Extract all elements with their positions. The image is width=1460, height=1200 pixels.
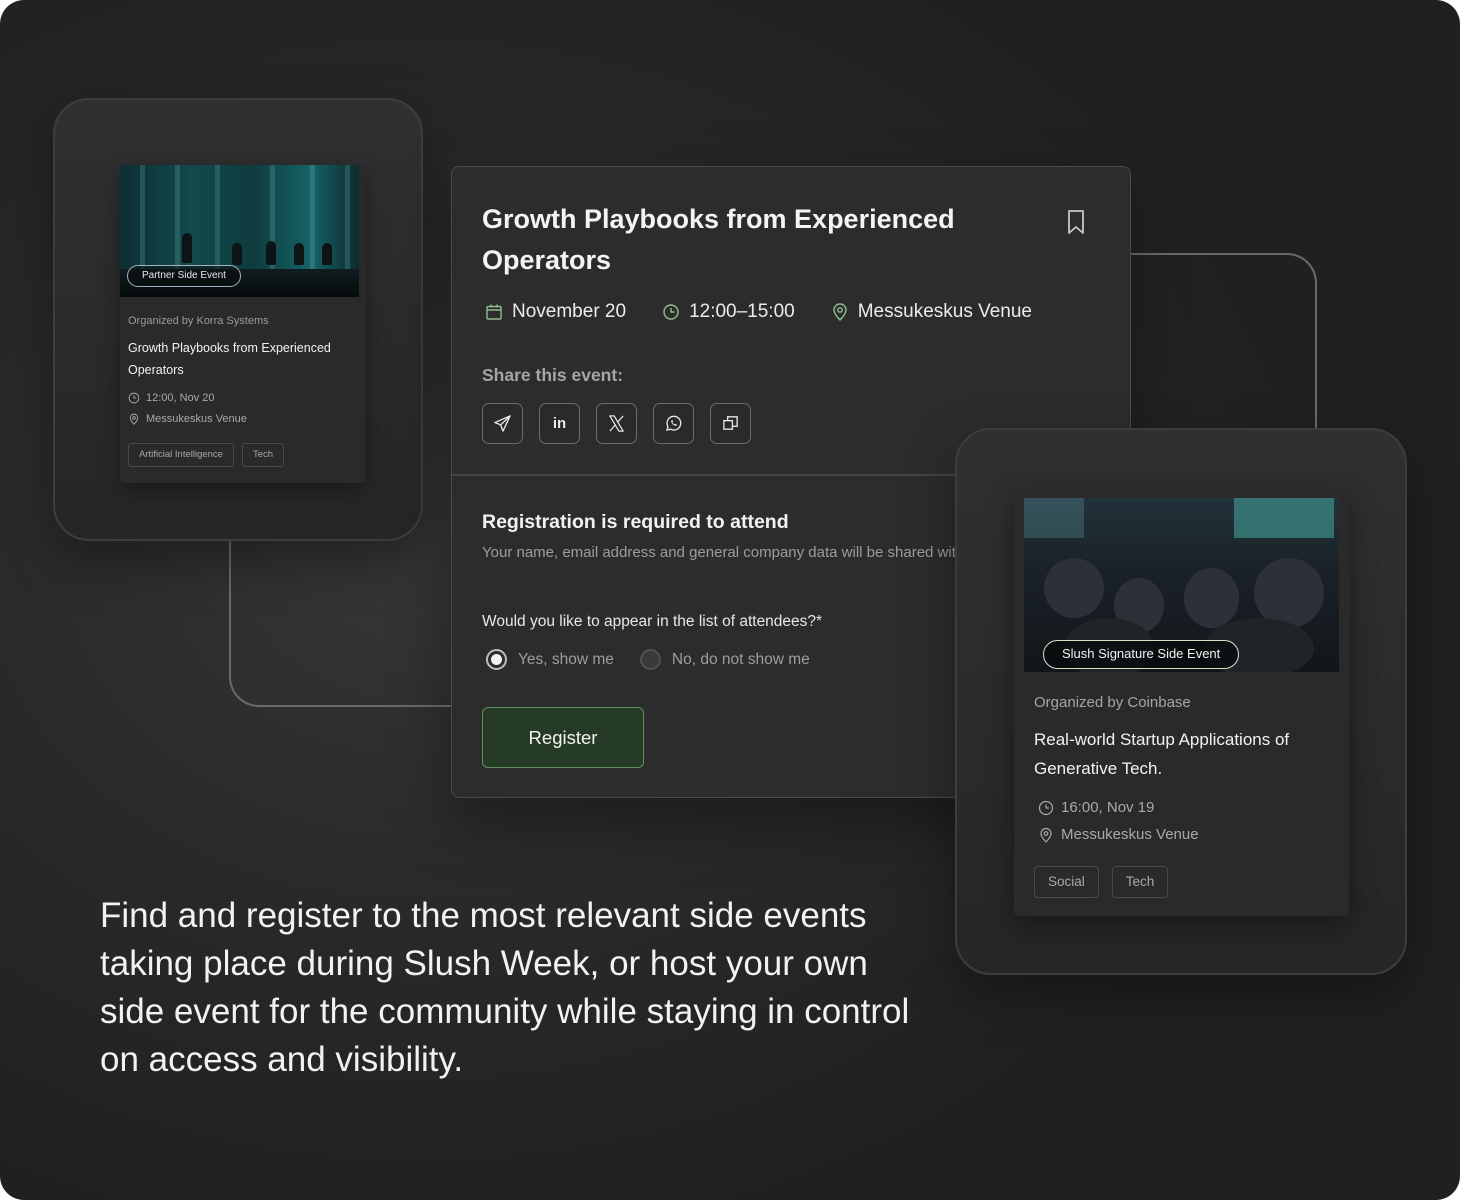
event-title[interactable]: Growth Playbooks from Experienced Operat… — [128, 337, 360, 381]
whatsapp-icon — [666, 415, 682, 431]
partner-event-card[interactable]: Partner Side Event Organized by Korra Sy… — [120, 165, 365, 483]
promo-canvas: Partner Side Event Organized by Korra Sy… — [0, 0, 1460, 1200]
radio-button-unselected[interactable] — [639, 649, 661, 670]
share-x-button[interactable] — [596, 403, 637, 444]
signature-side-event-badge: Slush Signature Side Event — [1043, 640, 1240, 669]
event-venue: Messukeskus Venue — [128, 413, 247, 425]
event-venue-text: Messukeskus Venue — [146, 413, 247, 425]
radio-no-label: No, do not show me — [671, 650, 810, 668]
event-image-crowd: Slush Signature Side Event — [1024, 498, 1339, 672]
registration-title: Registration is required to attend — [482, 511, 789, 533]
clock-icon — [128, 392, 140, 404]
radio-no-do-not-show[interactable]: No, do not show me — [639, 649, 810, 670]
bookmark-icon[interactable] — [1066, 209, 1086, 235]
event-venue: Messukeskus Venue — [1038, 826, 1199, 843]
event-title[interactable]: Real-world Startup Applications of Gener… — [1034, 725, 1334, 783]
organizer-label: Organized by Coinbase — [1034, 694, 1191, 711]
radio-yes-label: Yes, show me — [518, 650, 614, 668]
event-time: 12:00–15:00 — [662, 301, 795, 323]
share-whatsapp-button[interactable] — [653, 403, 694, 444]
connector-line-right — [1100, 253, 1317, 443]
linkedin-icon: in — [552, 415, 567, 432]
tag-tech[interactable]: Tech — [1111, 866, 1169, 898]
x-icon — [609, 415, 624, 432]
event-time: 12:00, Nov 20 — [128, 392, 215, 404]
clock-icon — [1038, 800, 1054, 815]
attendee-visibility-radio-group: Yes, show me No, do not show me — [486, 649, 810, 670]
event-title: Growth Playbooks from Experienced Operat… — [482, 204, 955, 275]
share-linkedin-button[interactable]: in — [539, 403, 580, 444]
register-button[interactable]: Register — [482, 707, 644, 768]
partner-side-event-badge: Partner Side Event — [127, 265, 241, 287]
event-date: November 20 — [485, 301, 626, 323]
signature-event-card[interactable]: Slush Signature Side Event Organized by … — [1014, 488, 1349, 916]
event-venue: Messukeskus Venue — [831, 301, 1032, 323]
device-frame-right: Slush Signature Side Event Organized by … — [955, 428, 1407, 975]
calendar-icon — [486, 304, 502, 320]
event-info-row: November 20 12:00–15:00 Messukeskus Venu… — [485, 301, 1032, 323]
tag-artificial-intelligence[interactable]: Artificial Intelligence — [128, 443, 234, 467]
location-pin-icon — [1040, 827, 1052, 843]
event-venue-text: Messukeskus Venue — [1061, 826, 1199, 843]
location-pin-icon — [833, 303, 847, 321]
tag-tech[interactable]: Tech — [241, 443, 285, 467]
attendee-list-question: Would you like to appear in the list of … — [482, 613, 823, 630]
event-image-stage: Partner Side Event — [120, 165, 359, 297]
share-label: Share this event: — [482, 365, 624, 385]
device-frame-left: Partner Side Event Organized by Korra Sy… — [53, 98, 423, 541]
event-time: 16:00, Nov 19 — [1038, 799, 1154, 816]
event-time-text: 16:00, Nov 19 — [1061, 799, 1155, 816]
clock-icon — [663, 304, 679, 320]
copy-link-icon — [723, 416, 738, 430]
radio-button-selected[interactable] — [486, 649, 507, 670]
tag-list: Social Tech — [1034, 866, 1169, 898]
connector-line-left — [229, 520, 469, 707]
share-buttons: in — [482, 403, 751, 444]
event-time-text: 12:00, Nov 20 — [146, 392, 215, 404]
share-telegram-button[interactable] — [482, 403, 523, 444]
copy-link-button[interactable] — [710, 403, 751, 444]
tag-list: Artificial Intelligence Tech — [128, 443, 285, 467]
telegram-icon — [494, 415, 511, 432]
organizer-label: Organized by Korra Systems — [128, 315, 269, 327]
promo-tagline: Find and register to the most relevant s… — [100, 896, 910, 1079]
tag-social[interactable]: Social — [1034, 866, 1099, 898]
event-venue-text: Messukeskus Venue — [857, 301, 1032, 322]
location-pin-icon — [129, 413, 139, 425]
event-date-text: November 20 — [512, 301, 627, 322]
event-time-text: 12:00–15:00 — [689, 301, 795, 322]
radio-yes-show-me[interactable]: Yes, show me — [486, 649, 614, 670]
